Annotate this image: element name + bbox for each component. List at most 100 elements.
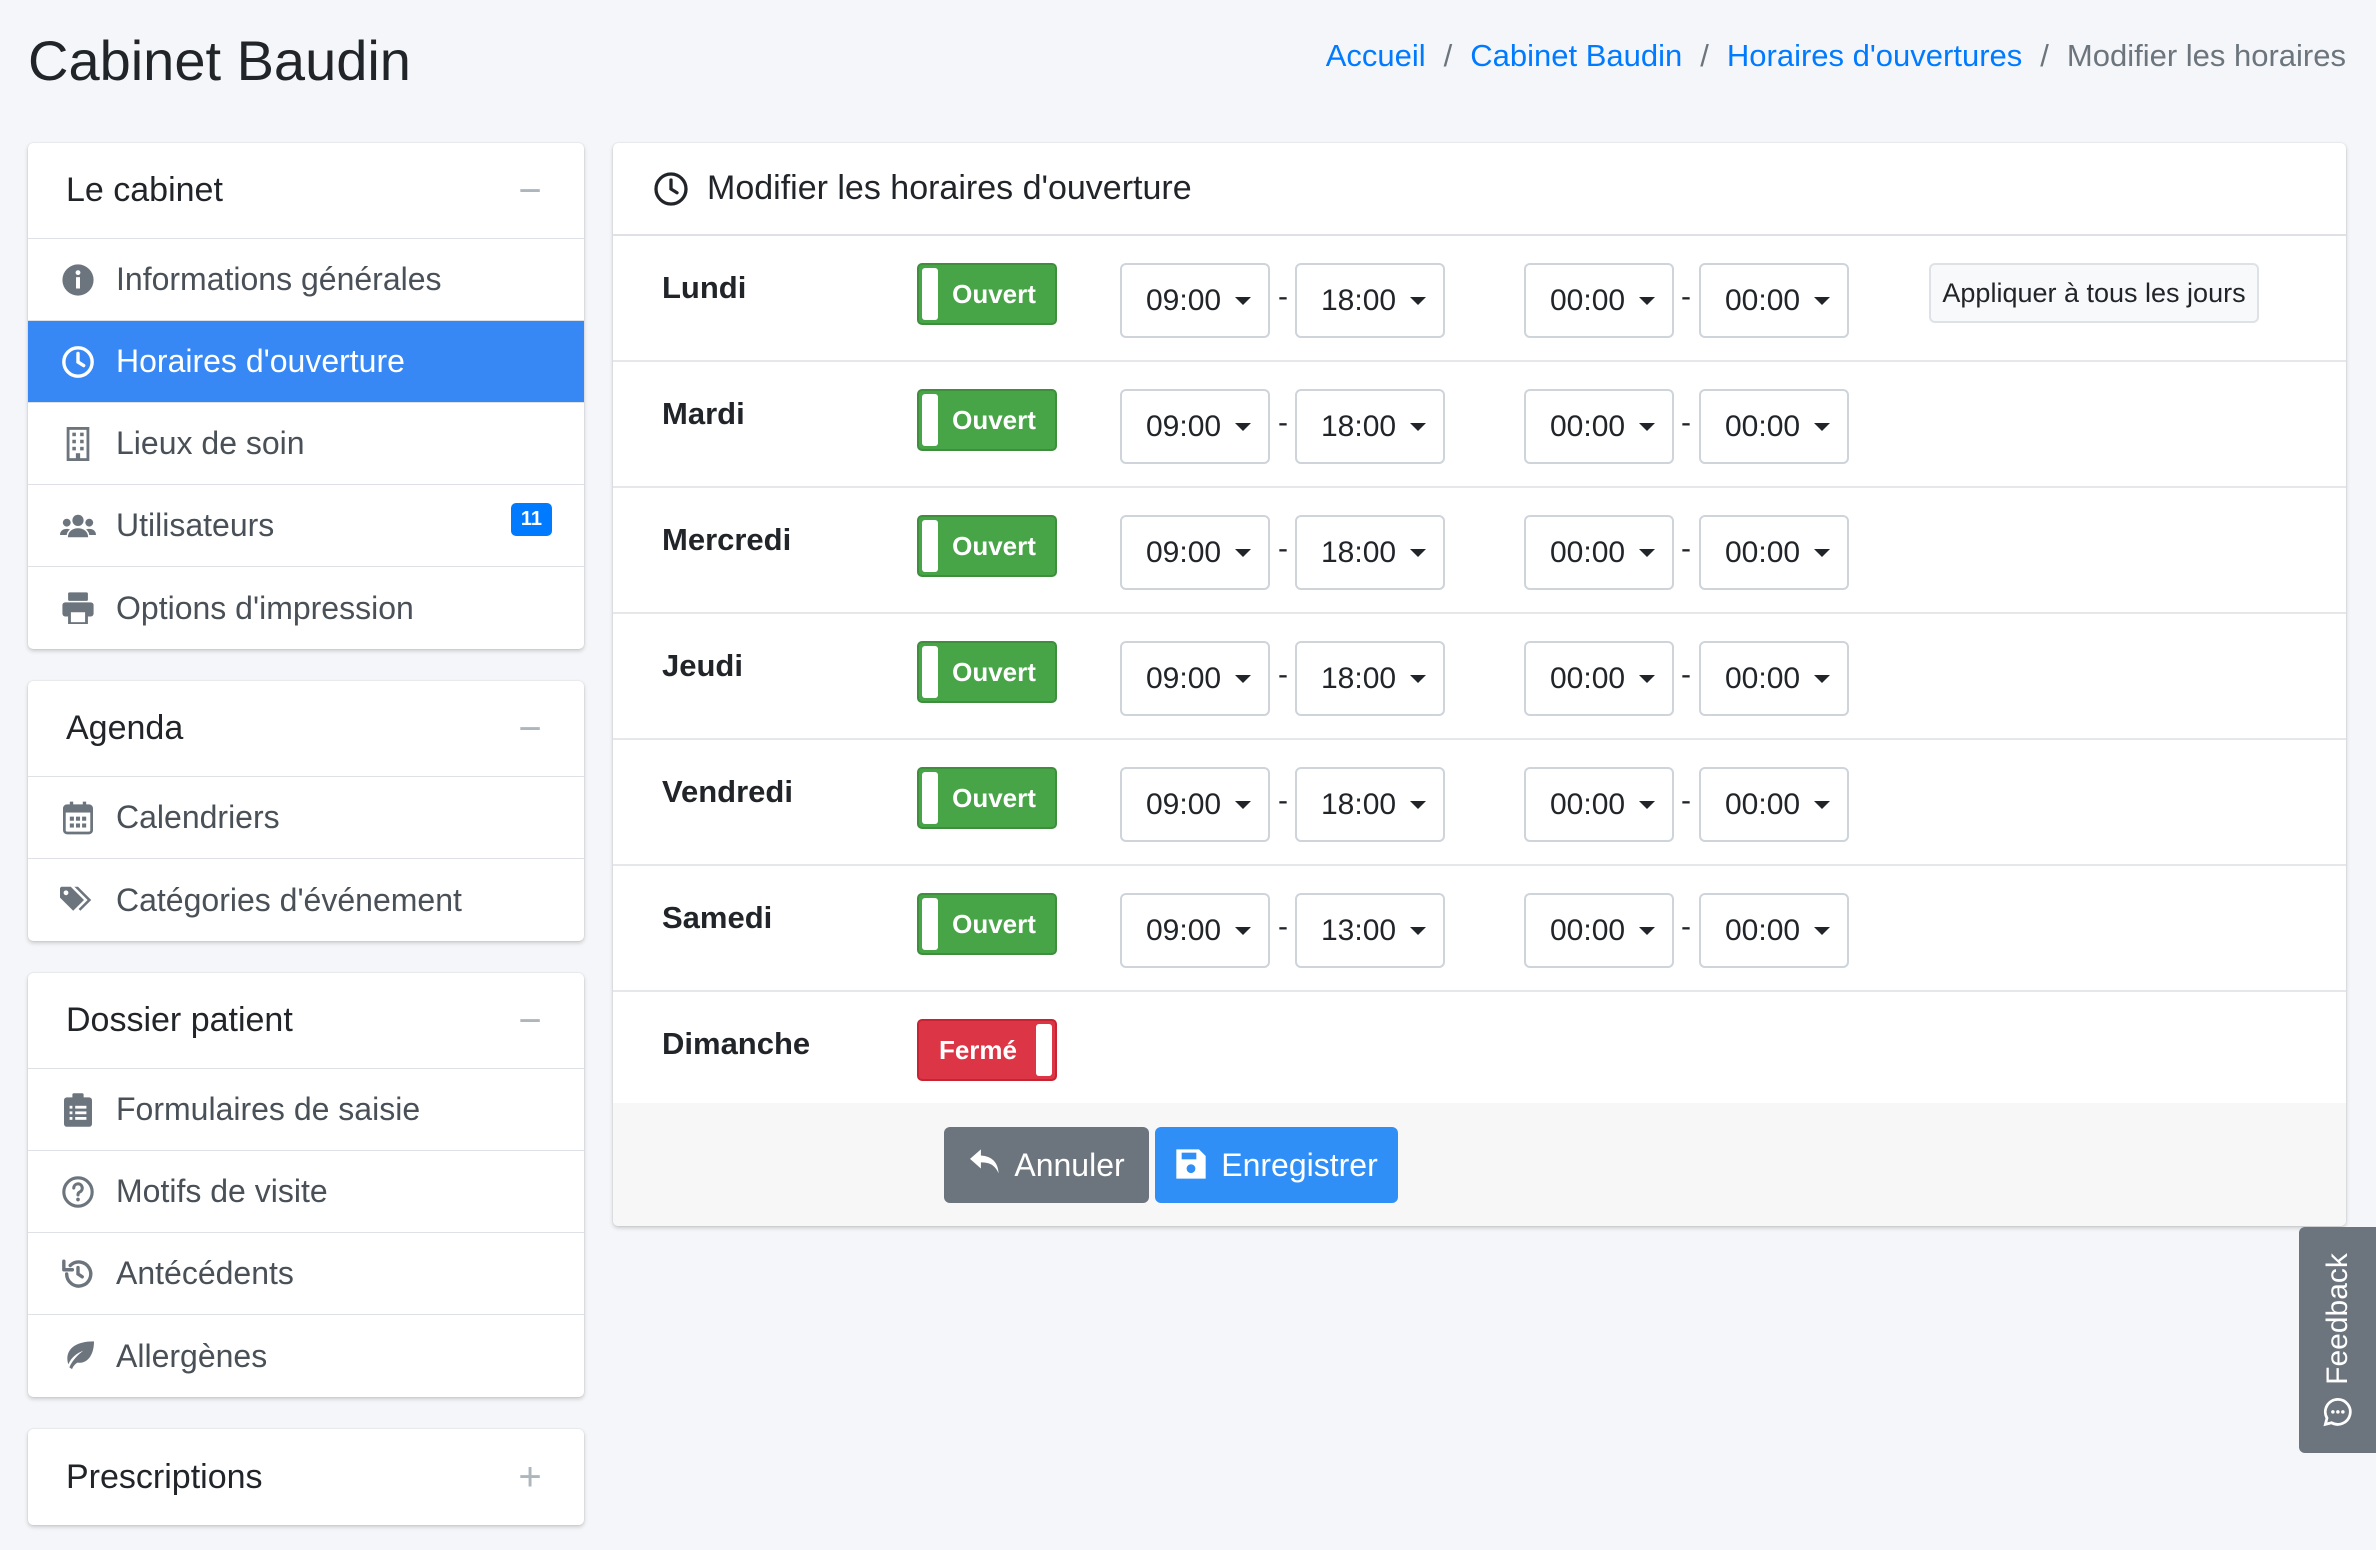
open-toggle[interactable]: Fermé xyxy=(917,1019,1057,1081)
save-button[interactable]: Enregistrer xyxy=(1155,1127,1398,1203)
day-row: Jeudi Ouvert 09:00 18:00 00:00 00:00 - - xyxy=(613,614,2346,740)
cancel-button[interactable]: Annuler xyxy=(944,1127,1149,1203)
expand-icon[interactable]: + xyxy=(514,1457,546,1497)
day-name: Lundi xyxy=(662,270,747,305)
caret-down-icon xyxy=(1814,926,1831,935)
open-toggle[interactable]: Ouvert xyxy=(917,641,1057,703)
leaf-icon xyxy=(60,1338,96,1374)
break-end-select[interactable]: 00:00 xyxy=(1699,893,1849,968)
end-time-select[interactable]: 18:00 xyxy=(1295,767,1445,842)
break-start-select[interactable]: 00:00 xyxy=(1524,767,1674,842)
break-end-select[interactable]: 00:00 xyxy=(1699,515,1849,590)
time-value: 00:00 xyxy=(1725,409,1801,443)
start-time-select[interactable]: 09:00 xyxy=(1120,515,1270,590)
sidebar-item-impression[interactable]: Options d'impression xyxy=(28,567,584,649)
breadcrumb-horaires[interactable]: Horaires d'ouvertures xyxy=(1727,38,2022,74)
caret-down-icon xyxy=(1639,548,1656,557)
time-value: 18:00 xyxy=(1321,661,1397,695)
break-end-select[interactable]: 00:00 xyxy=(1699,389,1849,464)
time-value: 00:00 xyxy=(1550,787,1626,821)
end-time-select[interactable]: 18:00 xyxy=(1295,641,1445,716)
end-time-select[interactable]: 18:00 xyxy=(1295,389,1445,464)
cancel-label: Annuler xyxy=(1014,1146,1125,1183)
start-time-select[interactable]: 09:00 xyxy=(1120,389,1270,464)
break-start-select[interactable]: 00:00 xyxy=(1524,263,1674,338)
time-value: 09:00 xyxy=(1146,661,1222,695)
sidebar-item-formulaires[interactable]: Formulaires de saisie xyxy=(28,1069,584,1151)
sidebar-item-horaires[interactable]: Horaires d'ouverture xyxy=(28,321,584,403)
collapse-icon[interactable]: − xyxy=(514,709,546,749)
sidebar-item-motifs[interactable]: Motifs de visite xyxy=(28,1151,584,1233)
toggle-label: Ouvert xyxy=(952,656,1036,687)
caret-down-icon xyxy=(1235,296,1252,305)
break-start-select[interactable]: 00:00 xyxy=(1524,389,1674,464)
sidebar-item-informations[interactable]: Informations générales xyxy=(28,239,584,321)
time-separator: - xyxy=(1681,910,1691,943)
sidebar-item-label: Informations générales xyxy=(116,261,442,297)
sidebar-item-label: Formulaires de saisie xyxy=(116,1091,421,1127)
sidebar-card-header: Le cabinet − xyxy=(28,143,584,239)
sidebar-item-label: Catégories d'événement xyxy=(116,881,462,918)
users-icon xyxy=(60,508,96,544)
caret-down-icon xyxy=(1235,422,1252,431)
time-value: 00:00 xyxy=(1725,661,1801,695)
break-end-select[interactable]: 00:00 xyxy=(1699,767,1849,842)
time-value: 09:00 xyxy=(1146,283,1222,317)
open-toggle[interactable]: Ouvert xyxy=(917,263,1057,325)
start-time-select[interactable]: 09:00 xyxy=(1120,893,1270,968)
time-value: 00:00 xyxy=(1550,535,1626,569)
feedback-tab[interactable]: Feedback xyxy=(2299,1227,2376,1453)
card-title: Modifier les horaires d'ouverture xyxy=(707,169,1192,207)
feedback-label: Feedback xyxy=(2320,1253,2354,1385)
days-list: Lundi Ouvert 09:00 18:00 00:00 00:00 - - Appliqu… xyxy=(613,236,2346,1110)
toggle-label: Ouvert xyxy=(952,530,1036,561)
sidebar-item-categories[interactable]: Catégories d'événement xyxy=(28,859,584,941)
collapse-icon[interactable]: − xyxy=(514,171,546,211)
toggle-label: Ouvert xyxy=(952,404,1036,435)
sidebar-item-utilisateurs[interactable]: Utilisateurs 11 xyxy=(28,485,584,567)
day-name: Jeudi xyxy=(662,648,743,683)
break-start-select[interactable]: 00:00 xyxy=(1524,515,1674,590)
caret-down-icon xyxy=(1410,296,1427,305)
end-time-select[interactable]: 18:00 xyxy=(1295,515,1445,590)
end-time-select[interactable]: 18:00 xyxy=(1295,263,1445,338)
start-time-select[interactable]: 09:00 xyxy=(1120,641,1270,716)
sidebar-item-label: Horaires d'ouverture xyxy=(116,343,405,379)
break-start-select[interactable]: 00:00 xyxy=(1524,893,1674,968)
sidebar-item-calendriers[interactable]: Calendriers xyxy=(28,777,584,859)
open-toggle[interactable]: Ouvert xyxy=(917,893,1057,955)
info-circle-icon xyxy=(60,262,96,298)
caret-down-icon xyxy=(1235,926,1252,935)
sidebar-item-label: Motifs de visite xyxy=(116,1173,328,1209)
sidebar-item-antecedents[interactable]: Antécédents xyxy=(28,1233,584,1315)
sidebar-card-header[interactable]: Prescriptions + xyxy=(28,1429,584,1525)
open-toggle[interactable]: Ouvert xyxy=(917,767,1057,829)
sidebar-card-title: Prescriptions xyxy=(66,1457,263,1496)
day-name: Vendredi xyxy=(662,774,793,809)
end-time-select[interactable]: 13:00 xyxy=(1295,893,1445,968)
clock-icon xyxy=(653,171,689,207)
start-time-select[interactable]: 09:00 xyxy=(1120,263,1270,338)
caret-down-icon xyxy=(1814,548,1831,557)
sidebar-item-allergenes[interactable]: Allergènes xyxy=(28,1315,584,1397)
sidebar-card-header: Dossier patient − xyxy=(28,973,584,1069)
sidebar-item-label: Options d'impression xyxy=(116,589,414,626)
apply-all-days-button[interactable]: Appliquer à tous les jours xyxy=(1929,263,2259,323)
breadcrumb-cabinet[interactable]: Cabinet Baudin xyxy=(1470,38,1682,74)
break-end-select[interactable]: 00:00 xyxy=(1699,641,1849,716)
collapse-icon[interactable]: − xyxy=(514,1001,546,1041)
sidebar-item-lieux[interactable]: Lieux de soin xyxy=(28,403,584,485)
time-separator: - xyxy=(1681,784,1691,817)
start-time-select[interactable]: 09:00 xyxy=(1120,767,1270,842)
caret-down-icon xyxy=(1235,674,1252,683)
day-row: Samedi Ouvert 09:00 13:00 00:00 00:00 - - xyxy=(613,866,2346,992)
opening-hours-card: Modifier les horaires d'ouverture Lundi O… xyxy=(613,143,2346,1226)
break-start-select[interactable]: 00:00 xyxy=(1524,641,1674,716)
open-toggle[interactable]: Ouvert xyxy=(917,515,1057,577)
break-end-select[interactable]: 00:00 xyxy=(1699,263,1849,338)
caret-down-icon xyxy=(1410,548,1427,557)
breadcrumb-accueil[interactable]: Accueil xyxy=(1326,38,1426,74)
open-toggle[interactable]: Ouvert xyxy=(917,389,1057,451)
time-value: 00:00 xyxy=(1550,913,1626,947)
time-value: 09:00 xyxy=(1146,913,1222,947)
